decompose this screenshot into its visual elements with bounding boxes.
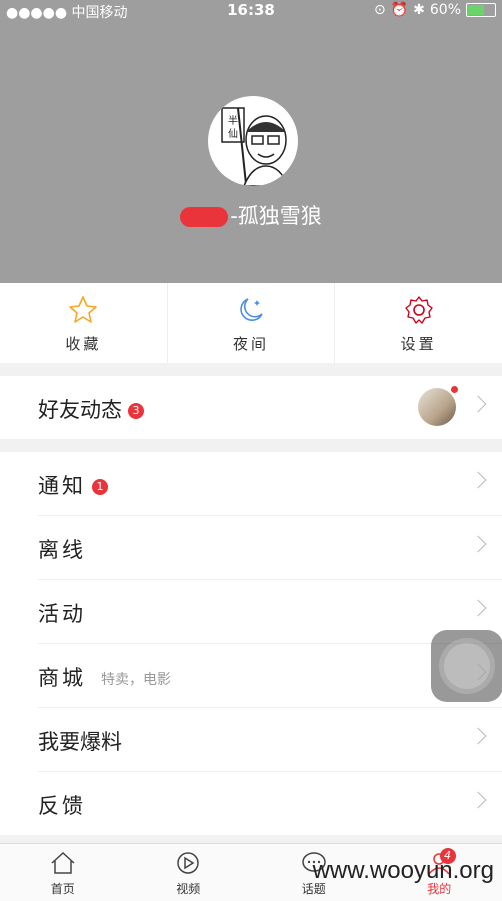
tab-home[interactable]: 首页 [0, 844, 126, 901]
chevron-right-icon [470, 472, 487, 489]
username[interactable]: -孤独雪狼 [0, 200, 502, 230]
friends-activity-label: 好友动态3 [38, 394, 144, 424]
chevron-right-icon [470, 600, 487, 617]
bluetooth-icon: ✱ [413, 2, 425, 18]
friends-activity-row[interactable]: 好友动态3 [38, 376, 502, 439]
gear-icon [404, 295, 434, 325]
night-mode-button[interactable]: 夜间 [168, 283, 336, 363]
assistive-touch-button[interactable] [431, 630, 502, 702]
quick-actions: 收藏 夜间 设置 [0, 283, 502, 363]
menu-item-label: 活动 [38, 598, 86, 628]
moon-icon [236, 295, 266, 325]
chevron-right-icon [470, 728, 487, 745]
alarm-icon: ⏰ [391, 2, 408, 18]
menu-item-offline[interactable]: 离线 [38, 516, 502, 580]
menu-item-label: 通知1 [38, 470, 108, 500]
status-bar: ●●●●● 中国移动 16:38 ⊙ ⏰ ✱ 60% [0, 0, 502, 22]
menu-item-label: 反馈 [38, 790, 86, 820]
home-icon [50, 851, 76, 875]
night-mode-label: 夜间 [168, 333, 335, 354]
menu-item-feedback[interactable]: 反馈 [38, 772, 502, 835]
notifications-badge: 1 [92, 479, 108, 495]
friends-badge: 3 [128, 403, 144, 419]
mall-subtitle: 特卖，电影 [101, 669, 171, 689]
new-activity-dot [451, 386, 458, 393]
settings-button[interactable]: 设置 [335, 283, 502, 363]
battery-icon [466, 3, 496, 17]
menu-item-events[interactable]: 活动 [38, 580, 502, 644]
menu-item-label: 离线 [38, 534, 86, 564]
tab-video[interactable]: 视频 [126, 844, 252, 901]
redaction-mark [180, 207, 228, 227]
favorites-button[interactable]: 收藏 [0, 283, 168, 363]
battery-percent: 60% [430, 2, 461, 18]
menu-item-label: 商城 [38, 662, 86, 692]
tab-label: 视频 [126, 880, 252, 897]
star-icon [68, 295, 98, 325]
friend-avatar [418, 388, 456, 426]
watermark: www.wooyun.org [313, 857, 494, 885]
profile-header: 半 仙 -孤独雪狼 [0, 0, 502, 283]
settings-label: 设置 [335, 333, 502, 354]
username-text: -孤独雪狼 [230, 204, 322, 228]
favorites-label: 收藏 [0, 333, 167, 354]
friends-section: 好友动态3 [0, 376, 502, 439]
svg-text:仙: 仙 [228, 127, 238, 140]
chevron-right-icon [470, 792, 487, 809]
menu-item-label: 我要爆料 [38, 726, 122, 756]
menu-item-notifications[interactable]: 通知1 [38, 452, 502, 516]
menu-section: 通知1 离线 活动 商城 特卖，电影 我要爆料 反馈 [0, 452, 502, 835]
avatar[interactable]: 半 仙 [208, 96, 298, 186]
tab-label: 首页 [0, 880, 126, 897]
chevron-right-icon [470, 536, 487, 553]
lock-rotation-icon: ⊙ [374, 2, 386, 18]
svg-text:半: 半 [228, 114, 238, 127]
menu-item-submit-tip[interactable]: 我要爆料 [38, 708, 502, 772]
chevron-right-icon [470, 396, 487, 413]
play-icon [175, 851, 201, 875]
